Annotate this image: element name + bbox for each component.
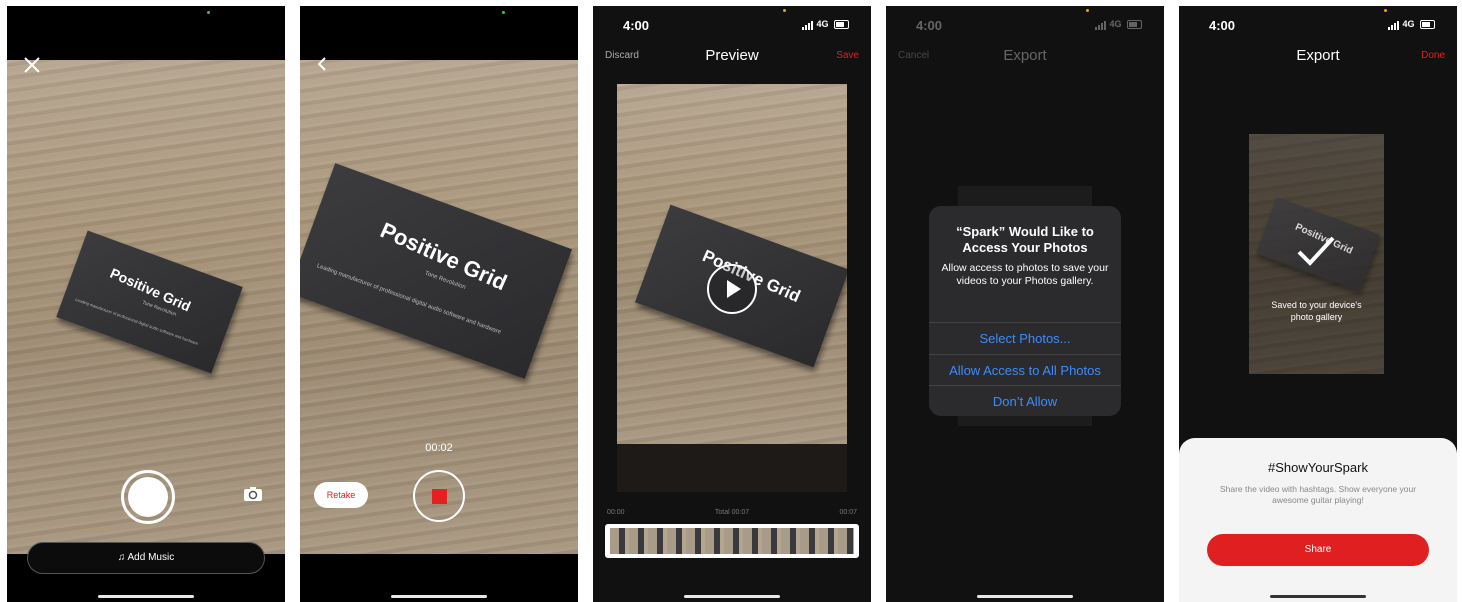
status-bar: 4:00 4G (1179, 18, 1457, 34)
stop-icon (432, 489, 447, 504)
page-title: Preview (705, 47, 759, 64)
alert-action-allow-all[interactable]: Allow Access to All Photos (929, 354, 1121, 386)
preview-screen: 4:00 4G Discard Preview Save Positive Gr… (593, 6, 871, 602)
video-shadow (617, 444, 847, 492)
back-icon[interactable] (316, 56, 328, 72)
camera-screen: Positive Grid Tone Revolution Leading ma… (7, 6, 285, 602)
nav-bar: Cancel Export (886, 46, 1164, 66)
timeline-end: 00:07 (839, 509, 857, 516)
status-icons: 4G (801, 19, 849, 30)
signal-icon (1387, 20, 1400, 30)
page-title: Export (1296, 47, 1340, 64)
alert-title: “Spark” Would Like to Access Your Photos (956, 224, 1094, 255)
camera-indicator-dot (207, 11, 210, 14)
status-bar: 4:00 4G (593, 18, 871, 34)
signal-icon (1094, 20, 1107, 30)
close-icon[interactable] (23, 56, 41, 74)
timeline-thumbnails (610, 528, 854, 554)
status-time: 4:00 (916, 18, 943, 33)
timeline-labels: 00:00 Total 00:07 00:07 (607, 509, 857, 521)
shutter-button[interactable] (121, 470, 175, 524)
video-preview[interactable]: Positive Grid (617, 84, 847, 492)
status-icons: 4G (1387, 19, 1435, 30)
checkmark-icon (1295, 234, 1337, 268)
battery-icon (1420, 20, 1435, 30)
status-icons: 4G (1094, 19, 1142, 30)
nav-bar: Export Done (1179, 46, 1457, 66)
save-button[interactable]: Save (836, 50, 859, 61)
saved-message: Saved to your device's photo gallery (1271, 300, 1362, 322)
alert-action-dont-allow[interactable]: Don’t Allow (929, 385, 1121, 416)
signal-icon (801, 20, 814, 30)
export-permission-screen: 4:00 4G Cancel Export “Spark” Would Like… (886, 6, 1164, 602)
nav-bar: Discard Preview Save (593, 46, 871, 66)
top-bar (7, 6, 285, 60)
permission-alert: “Spark” Would Like to Access Your Photos… (929, 206, 1121, 416)
card-brand: Positive Grid (376, 217, 511, 296)
recording-screen: Positive Grid Tone Revolution Leading ma… (300, 6, 578, 602)
mic-indicator-dot (1086, 9, 1089, 12)
alert-action-select-photos[interactable]: Select Photos... (929, 322, 1121, 354)
saved-video-thumbnail: Positive Grid Saved to your device's pho… (1249, 134, 1384, 374)
home-indicator (977, 595, 1073, 598)
play-button[interactable] (707, 264, 757, 314)
network-label: 4G (816, 19, 829, 29)
alert-message: Allow access to photos to save your vide… (941, 262, 1109, 287)
status-time: 4:00 (1209, 18, 1236, 33)
add-music-button[interactable]: ♫ Add Music (27, 542, 265, 574)
music-note-icon: ♫ (117, 552, 128, 563)
stop-record-button[interactable] (413, 470, 465, 522)
sheet-title: #ShowYourSpark (1268, 460, 1368, 475)
add-music-label: Add Music (127, 552, 175, 563)
battery-icon (1127, 20, 1142, 30)
export-done-screen: 4:00 4G Export Done Positive Grid Saved … (1179, 6, 1457, 602)
mic-indicator-dot (1384, 9, 1387, 12)
camera-indicator-dot (502, 11, 505, 14)
play-icon (727, 280, 741, 298)
timeline-total: Total 00:07 (714, 509, 750, 516)
home-indicator (98, 595, 194, 598)
timeline-scrubber[interactable] (605, 524, 859, 558)
share-button[interactable]: Share (1207, 534, 1429, 566)
top-bar (300, 6, 578, 60)
retake-button[interactable]: Retake (314, 482, 368, 508)
home-indicator (391, 595, 487, 598)
sheet-description: Share the video with hashtags. Show ever… (1219, 484, 1417, 505)
network-label: 4G (1402, 19, 1415, 29)
home-indicator (1270, 595, 1366, 598)
status-time: 4:00 (623, 18, 650, 33)
recording-timer: 00:02 (425, 442, 453, 454)
page-title: Export (1003, 47, 1047, 64)
network-label: 4G (1109, 19, 1122, 29)
battery-icon (834, 20, 849, 30)
home-indicator (684, 595, 780, 598)
flip-camera-icon[interactable] (243, 486, 263, 502)
done-button[interactable]: Done (1421, 50, 1445, 61)
share-sheet: #ShowYourSpark Share the video with hash… (1179, 438, 1457, 602)
mic-indicator-dot (783, 9, 786, 12)
status-bar: 4:00 4G (886, 18, 1164, 34)
